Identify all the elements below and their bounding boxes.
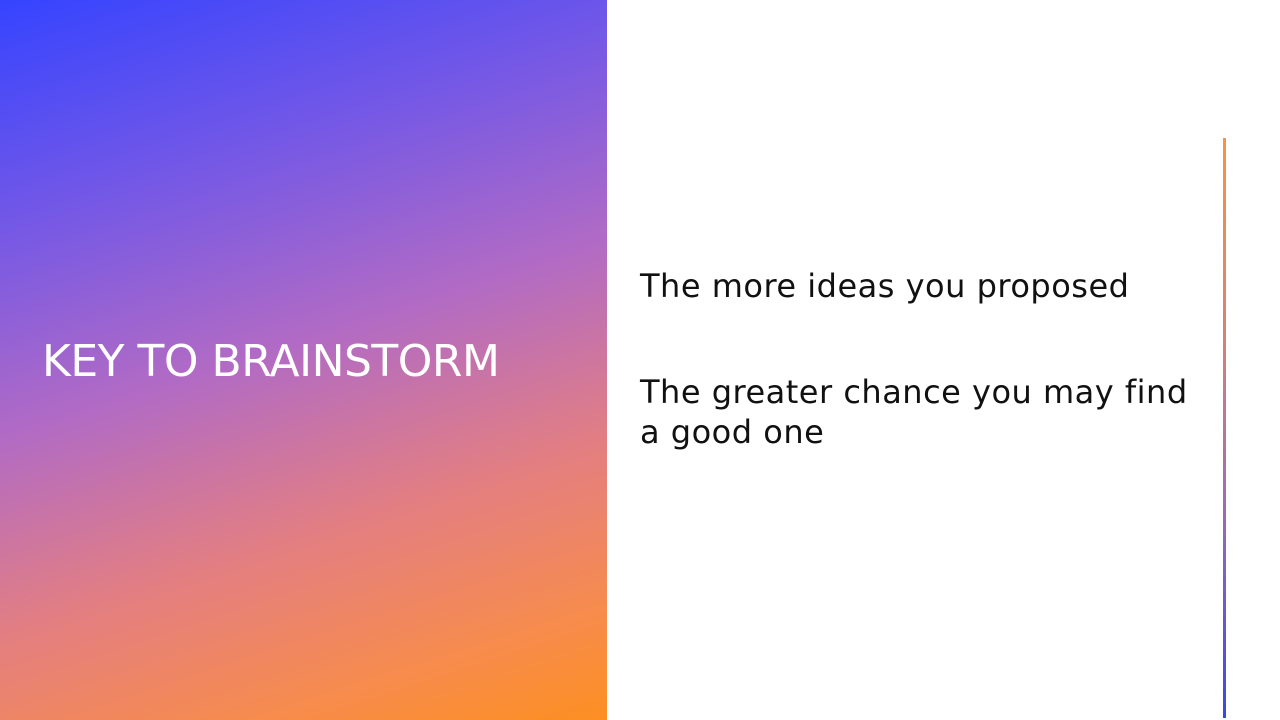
bullet-list: The more ideas you proposed The greater … [640, 266, 1200, 518]
gradient-title-panel: KEY TO BRAINSTORM [0, 0, 607, 720]
vertical-accent-line [1223, 138, 1226, 718]
slide: KEY TO BRAINSTORM The more ideas you pro… [0, 0, 1280, 720]
slide-title: KEY TO BRAINSTORM [42, 336, 500, 387]
bullet-item: The more ideas you proposed [640, 267, 1130, 305]
bullet-item: The greater chance you may find a good o… [640, 373, 1188, 451]
